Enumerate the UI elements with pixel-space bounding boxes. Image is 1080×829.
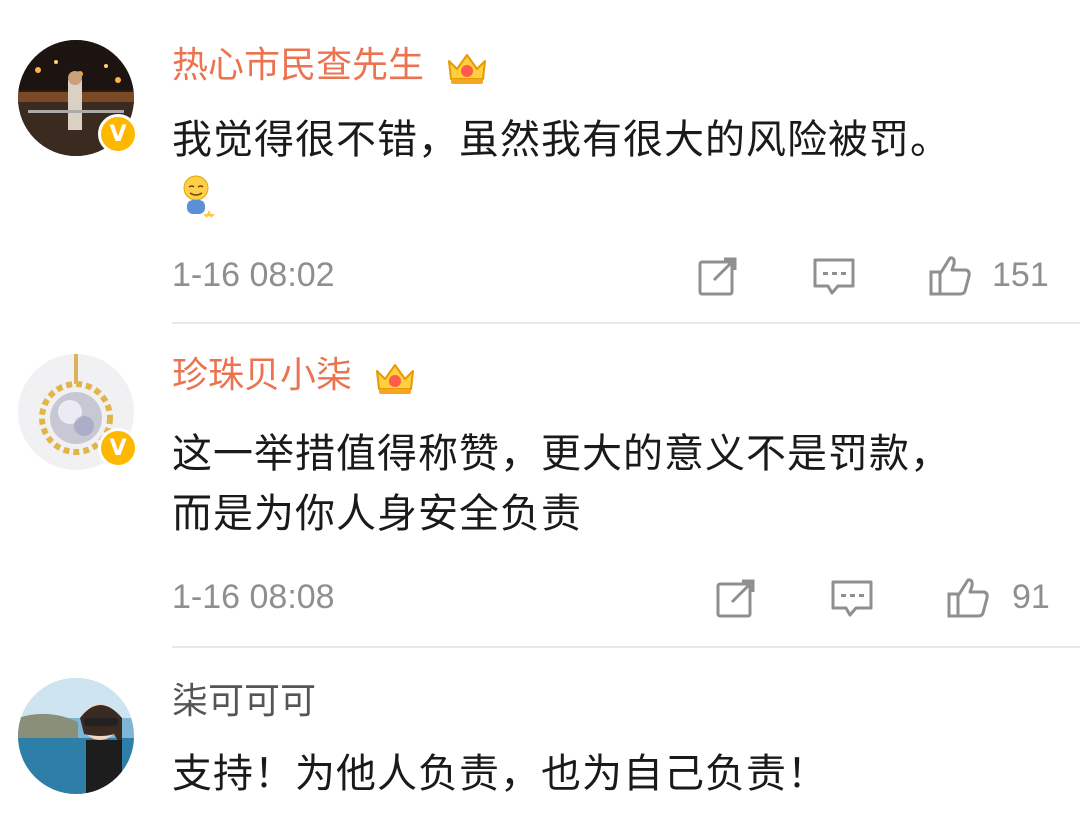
like-count: 151 (992, 256, 1049, 294)
comment-meta: 1-16 08:08 91 (172, 572, 1052, 622)
username[interactable]: 柒可可可 (172, 680, 316, 724)
vip-crown-icon (448, 54, 487, 84)
divider (172, 646, 1080, 648)
timestamp: 1-16 08:02 (172, 256, 335, 294)
avatar[interactable]: V (18, 354, 138, 470)
timestamp: 1-16 08:08 (172, 578, 335, 616)
verified-badge-icon: V (98, 428, 138, 468)
comment-icon[interactable] (830, 576, 874, 620)
like-thumb-icon[interactable] (928, 254, 972, 298)
smiling-face-emoji-icon (183, 175, 215, 218)
avatar[interactable]: V (18, 40, 138, 156)
like-thumb-icon[interactable] (946, 576, 990, 620)
username[interactable]: 珍珠贝小柒 (172, 354, 417, 398)
username[interactable]: 热心市民查先生 (172, 44, 489, 88)
repost-icon[interactable] (696, 254, 740, 298)
avatar-image (18, 678, 134, 794)
comment-text: 这一举措值得称赞，更大的意义不是罚款， 而是为你人身安全负责 (172, 431, 951, 537)
comment-text: 我觉得很不错，虽然我有很大的风险被罚。 (172, 117, 951, 163)
avatar[interactable] (18, 678, 134, 794)
verified-badge-icon: V (98, 114, 138, 154)
comment-text: 支持！为他人负责，也为自己负责！ (172, 751, 828, 797)
divider (172, 322, 1080, 324)
comment-meta: 1-16 08:02 151 (172, 250, 1052, 300)
like-count: 91 (1012, 578, 1050, 616)
repost-icon[interactable] (714, 576, 758, 620)
vip-crown-icon (376, 364, 415, 394)
comment-icon[interactable] (812, 254, 856, 298)
